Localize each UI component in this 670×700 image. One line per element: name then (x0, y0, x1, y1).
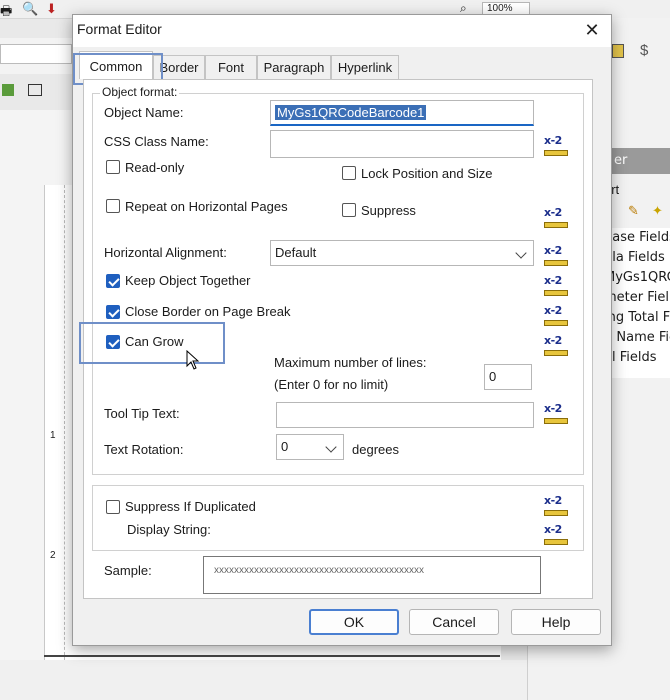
insert-field-icon[interactable] (28, 84, 42, 96)
keep-together-formula-button[interactable]: x-2 (542, 272, 570, 298)
mouse-cursor-icon (186, 350, 200, 370)
display-string-formula-button[interactable]: x-2 (542, 521, 570, 547)
read-only-checkbox[interactable] (106, 160, 120, 174)
suppress-checkbox[interactable] (342, 203, 356, 217)
vertical-ruler (44, 185, 65, 665)
object-name-label: Object Name: (104, 105, 184, 120)
tab-paragraph[interactable]: Paragraph (257, 55, 331, 79)
horizontal-alignment-label: Horizontal Alignment: (104, 245, 227, 260)
insert-table-icon[interactable] (2, 84, 14, 96)
formula-icon: x-2 (544, 134, 562, 147)
align-icon[interactable] (612, 44, 624, 58)
keep-together-checkbox[interactable] (106, 274, 120, 288)
css-class-label: CSS Class Name: (104, 134, 209, 149)
css-class-formula-button[interactable]: x-2 (542, 132, 570, 158)
horizontal-alignment-value: Default (275, 245, 317, 260)
formula-icon: x-2 (544, 206, 562, 219)
close-border-label: Close Border on Page Break (125, 304, 291, 319)
keep-together-label: Keep Object Together (125, 273, 251, 288)
lock-position-checkbox[interactable] (342, 166, 356, 180)
max-lines-input[interactable]: 0 (484, 364, 532, 390)
ruler-mark-1: 1 (50, 430, 56, 441)
print-icon[interactable]: 🖶 (0, 2, 12, 24)
repeat-horizontal-checkbox[interactable] (106, 199, 120, 213)
duplicate-group (92, 485, 584, 551)
ok-button[interactable]: OK (309, 609, 399, 635)
formula-icon: x-2 (544, 244, 562, 257)
suppress-formula-button[interactable]: x-2 (542, 204, 570, 230)
text-rotation-label: Text Rotation: (104, 442, 184, 457)
can-grow-checkbox[interactable] (106, 335, 120, 349)
horizontal-alignment-select[interactable]: Default (270, 240, 534, 266)
dialog-title: Format Editor (77, 21, 162, 37)
lock-position-label: Lock Position and Size (361, 166, 493, 181)
close-border-formula-button[interactable]: x-2 (542, 302, 570, 328)
can-grow-formula-button[interactable]: x-2 (542, 332, 570, 358)
alignment-formula-button[interactable]: x-2 (542, 242, 570, 268)
max-lines-label: Maximum number of lines: (274, 355, 427, 370)
suppress-label: Suppress (361, 203, 416, 218)
formula-icon: x-2 (544, 523, 562, 536)
formula-icon: x-2 (544, 494, 562, 507)
app-statusbar (0, 660, 527, 700)
chevron-down-icon (325, 441, 337, 453)
css-class-input[interactable] (270, 130, 534, 158)
section-divider (44, 655, 500, 657)
suppress-duplicated-checkbox[interactable] (106, 500, 120, 514)
suppress-duplicated-label: Suppress If Duplicated (125, 499, 256, 514)
read-only-label: Read-only (125, 160, 185, 175)
formula-icon: x-2 (544, 402, 562, 415)
dialog-titlebar[interactable]: Format Editor ✕ (73, 15, 611, 47)
object-name-value: MyGs1QRCodeBarcode1 (275, 105, 427, 120)
tab-hyperlink[interactable]: Hyperlink (331, 55, 399, 79)
formula-icon: x-2 (544, 334, 562, 347)
edit-pencil-icon[interactable]: ✎ (628, 204, 639, 219)
tab-font[interactable]: Font (205, 55, 257, 79)
object-format-legend: Object format: (100, 85, 180, 99)
currency-icon[interactable]: $ (640, 42, 648, 59)
tooltip-formula-button[interactable]: x-2 (542, 400, 570, 426)
formula-icon: x-2 (544, 274, 562, 287)
sample-text: xxxxxxxxxxxxxxxxxxxxxxxxxxxxxxxxxxxxxxxx… (214, 565, 424, 576)
ruler-mark-2: 2 (50, 550, 56, 561)
text-rotation-select[interactable]: 0 (276, 434, 344, 460)
display-string-label: Display String: (127, 522, 211, 537)
repeat-horizontal-label: Repeat on Horizontal Pages (125, 199, 288, 214)
close-border-checkbox[interactable] (106, 305, 120, 319)
chevron-down-icon (515, 247, 527, 259)
export-icon[interactable]: ⬇ (46, 2, 57, 17)
max-lines-hint: (Enter 0 for no limit) (274, 377, 389, 392)
can-grow-label: Can Grow (125, 334, 184, 349)
common-tab-panel: Object format: Object Name: MyGs1QRCodeB… (79, 79, 593, 599)
toolbar-combo[interactable] (0, 44, 72, 64)
sample-preview: xxxxxxxxxxxxxxxxxxxxxxxxxxxxxxxxxxxxxxxx… (203, 556, 541, 594)
wizard-icon[interactable]: ✦ (652, 204, 663, 219)
formula-icon: x-2 (544, 304, 562, 317)
sample-label: Sample: (104, 563, 152, 578)
tooltip-label: Tool Tip Text: (104, 406, 180, 421)
help-button[interactable]: Help (511, 609, 601, 635)
text-rotation-value: 0 (281, 439, 289, 454)
format-editor-dialog: Format Editor ✕ Common Border Font Parag… (72, 14, 612, 646)
tooltip-input[interactable] (276, 402, 534, 428)
cancel-button[interactable]: Cancel (409, 609, 499, 635)
close-icon[interactable]: ✕ (577, 17, 607, 45)
suppress-duplicated-formula-button[interactable]: x-2 (542, 492, 570, 518)
degrees-label: degrees (352, 442, 399, 457)
print-preview-icon[interactable]: 🔍 (22, 2, 38, 17)
object-name-input[interactable]: MyGs1QRCodeBarcode1 (270, 100, 534, 126)
